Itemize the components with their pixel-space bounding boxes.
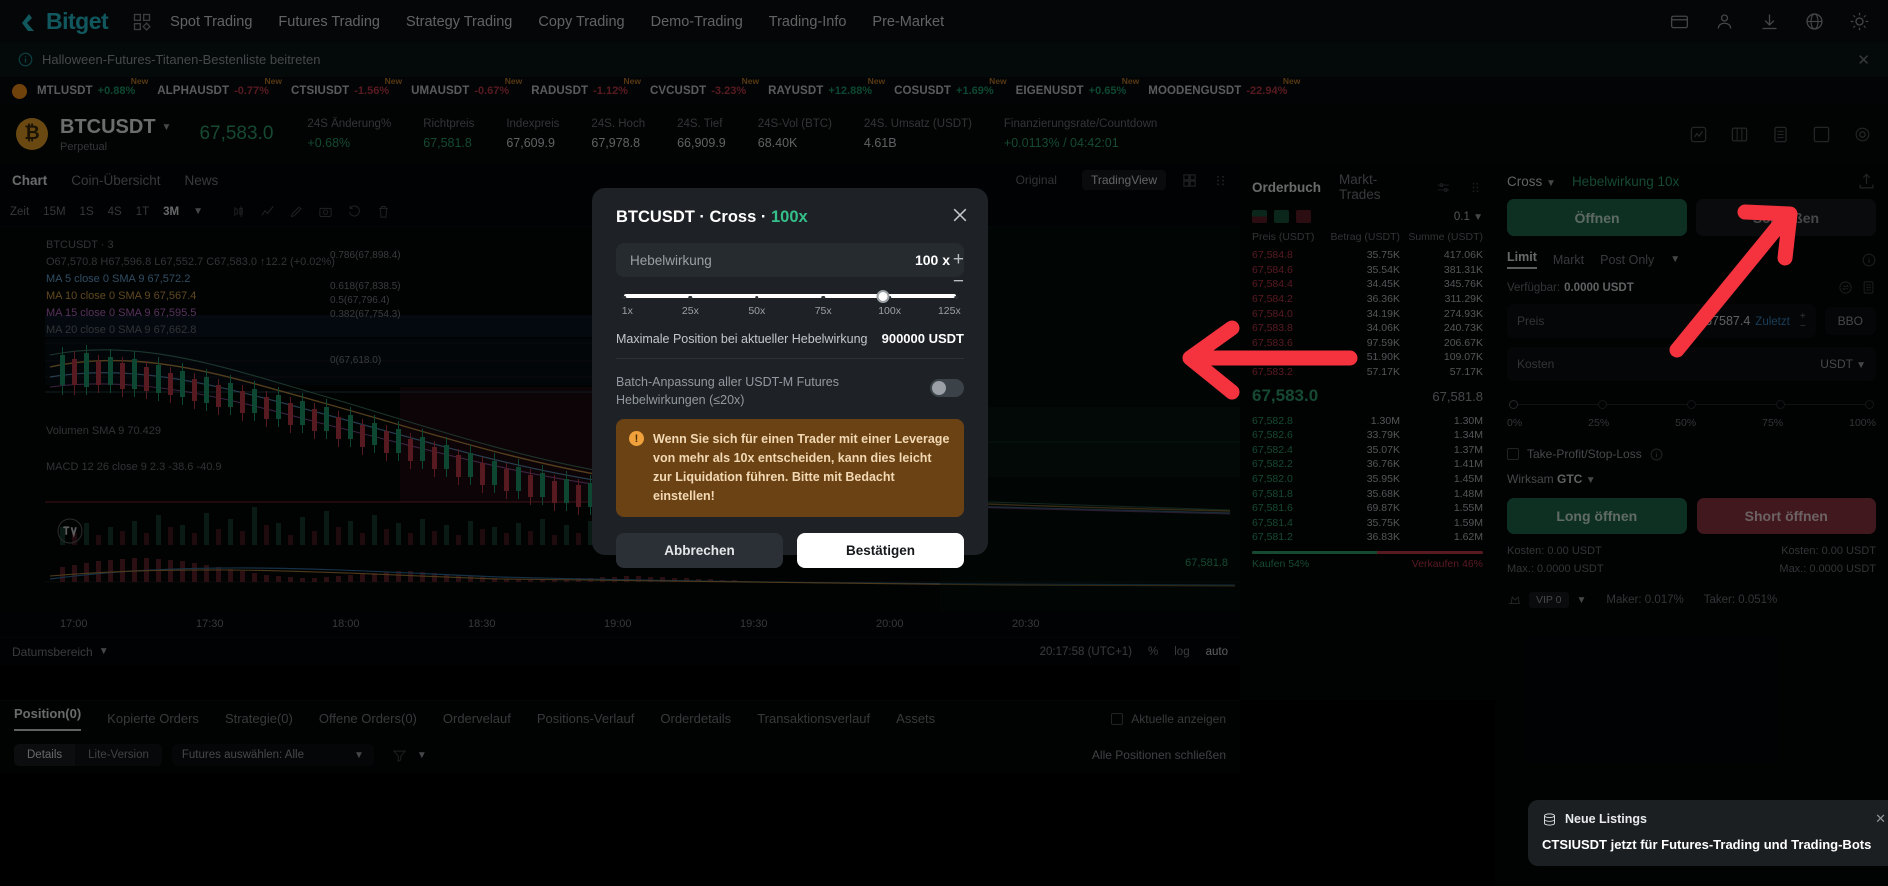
leverage-value: 100 x — [914, 252, 950, 268]
notification-toast[interactable]: Neue Listings ✕ CTSIUSDT jetzt für Futur… — [1528, 800, 1888, 866]
leverage-warning: ! Wenn Sie sich für einen Trader mit ein… — [616, 419, 964, 517]
slider-track — [624, 294, 956, 298]
leverage-decrease-button[interactable]: − — [953, 271, 964, 293]
batch-adjust-label: Batch-Anpassung aller USDT-M Futures Heb… — [616, 375, 840, 407]
slider-knob[interactable] — [876, 290, 890, 303]
max-position-value: 900000 USDT — [881, 331, 964, 346]
close-icon[interactable] — [950, 205, 970, 225]
tick-75x[interactable]: 75x — [815, 305, 832, 317]
toast-close-icon[interactable]: ✕ — [1875, 811, 1886, 827]
toast-body: CTSIUSDT jetzt für Futures-Trading und T… — [1542, 837, 1872, 852]
modal-leverage-title: 100x — [770, 208, 808, 226]
leverage-slider[interactable] — [622, 290, 958, 303]
leverage-tick-labels: 1x 25x 50x 75x 100x 125x — [622, 305, 961, 321]
leverage-label: Hebelwirkung — [630, 252, 712, 268]
leverage-input[interactable]: Hebelwirkung 100 x — [616, 243, 964, 277]
toast-header: Neue Listings ✕ — [1542, 811, 1886, 827]
batch-adjust-toggle[interactable] — [930, 379, 964, 397]
trading-page: Bitget Spot Trading Futures Trading Stra… — [0, 0, 1888, 886]
tick-1x[interactable]: 1x — [622, 305, 633, 317]
max-position-label: Maximale Position bei aktueller Hebelwir… — [616, 331, 868, 346]
warning-text: Wenn Sie sich für einen Trader mit einer… — [653, 432, 950, 503]
max-position-row: Maximale Position bei aktueller Hebelwir… — [616, 321, 964, 359]
modal-title: BTCUSDT · Cross · 100x — [616, 208, 808, 226]
tick-125x[interactable]: 125x — [938, 305, 961, 317]
confirm-button[interactable]: Bestätigen — [797, 533, 964, 568]
toast-title: Neue Listings — [1565, 812, 1647, 826]
warning-icon: ! — [629, 431, 644, 446]
tick-100x[interactable]: 100x — [878, 305, 901, 317]
cancel-button[interactable]: Abbrechen — [616, 533, 783, 568]
batch-adjust-row: Batch-Anpassung aller USDT-M Futures Heb… — [616, 359, 964, 419]
modal-symbol: BTCUSDT — [616, 208, 695, 226]
database-icon — [1544, 812, 1555, 826]
tick-50x[interactable]: 50x — [748, 305, 765, 317]
leverage-modal: BTCUSDT · Cross · 100x Hebelwirkung 100 … — [592, 188, 988, 568]
leverage-increase-button[interactable]: + — [953, 249, 964, 271]
modal-mode: Cross — [709, 208, 757, 226]
modal-actions: Abbrechen Bestätigen — [616, 533, 964, 568]
tick-25x[interactable]: 25x — [682, 305, 699, 317]
